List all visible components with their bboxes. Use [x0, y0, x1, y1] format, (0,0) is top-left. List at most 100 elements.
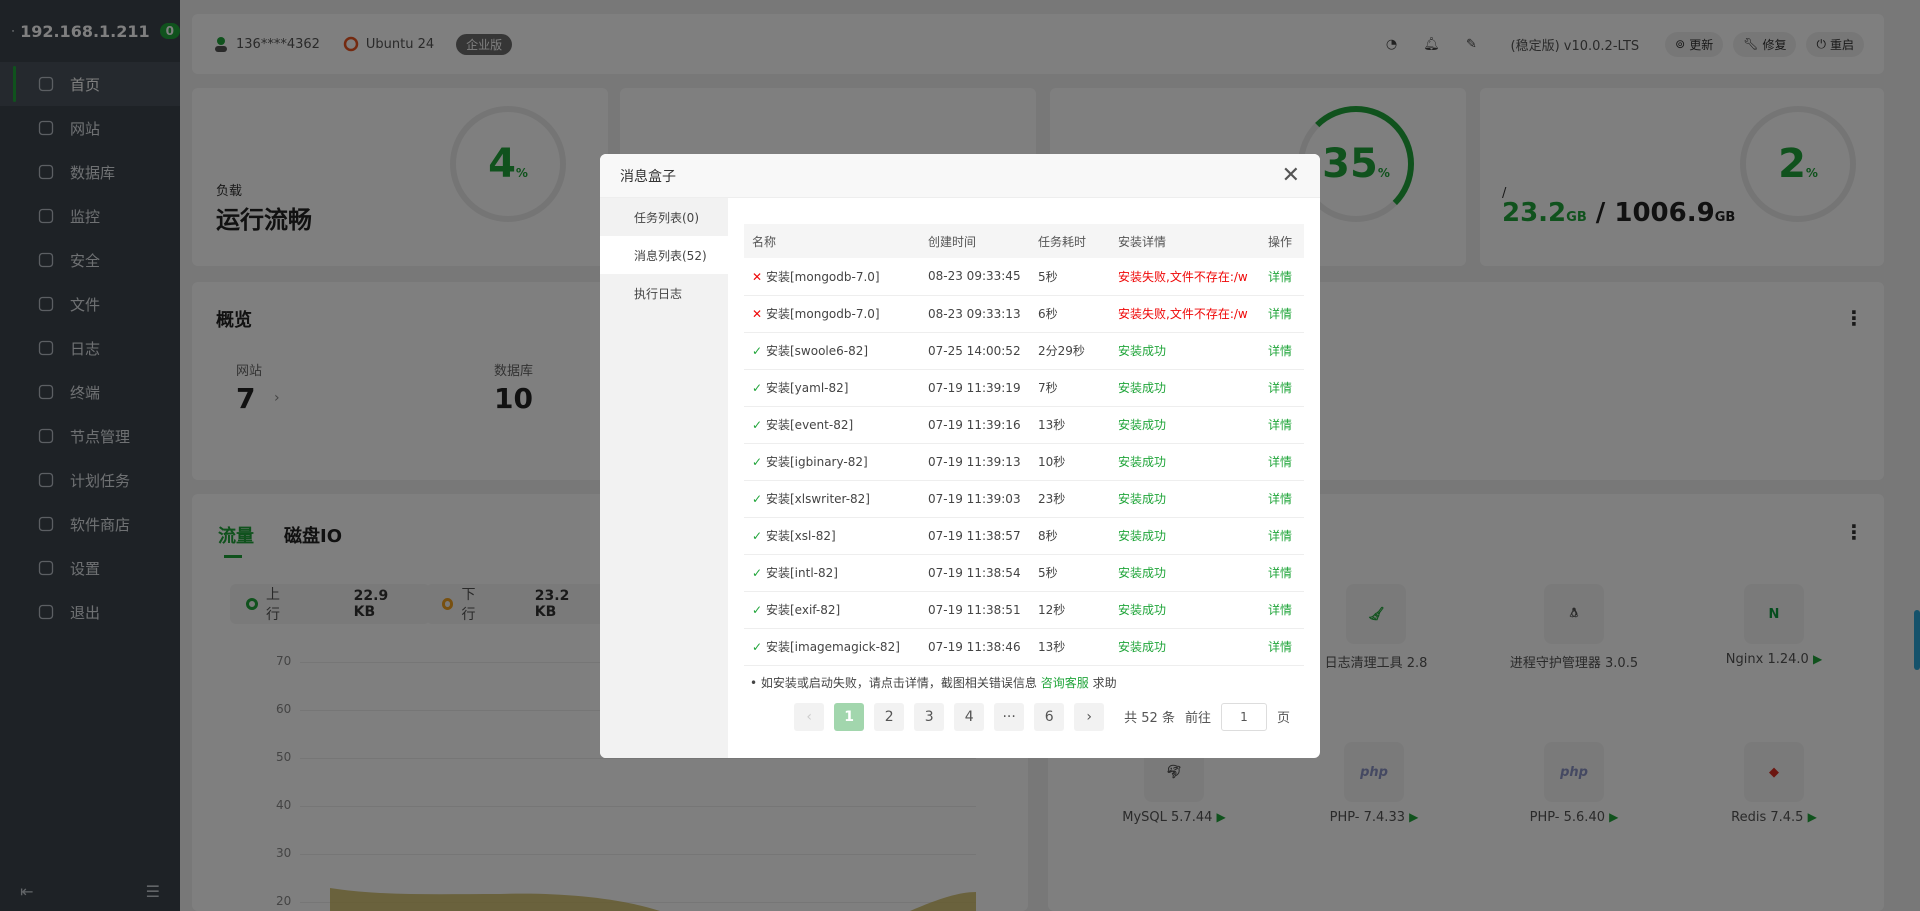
cross-icon: ✕ [752, 307, 763, 321]
detail-link[interactable]: 详情 [1268, 529, 1292, 543]
task-duration: 10秒 [1030, 443, 1110, 481]
col-created: 创建时间 [920, 224, 1030, 258]
task-name: 安装[exif-82] [766, 603, 841, 617]
detail-link[interactable]: 详情 [1268, 492, 1292, 506]
col-action: 操作 [1260, 224, 1304, 258]
page-button[interactable]: 4 [954, 702, 985, 731]
detail-link[interactable]: 详情 [1268, 344, 1292, 358]
task-name: 安装[yaml-82] [766, 381, 849, 395]
task-name-cell: ✓ 安装[exif-82] [744, 591, 920, 629]
task-name-cell: ✓ 安装[intl-82] [744, 554, 920, 592]
task-name-cell: ✕ 安装[mongodb-7.0] [744, 295, 920, 333]
detail-link[interactable]: 详情 [1268, 640, 1292, 654]
created-time: 07-19 11:39:19 [920, 369, 1030, 407]
table-header: 名称 创建时间 任务耗时 安装详情 操作 [744, 224, 1304, 258]
task-duration: 12秒 [1030, 591, 1110, 629]
detail-link[interactable]: 详情 [1268, 381, 1292, 395]
col-duration: 任务耗时 [1030, 224, 1110, 258]
created-time: 07-19 11:39:13 [920, 443, 1030, 481]
message-table: 名称 创建时间 任务耗时 安装详情 操作 ✕ 安装[mongodb-7.0] 08-… [744, 224, 1304, 666]
check-icon: ✓ [752, 566, 763, 580]
task-name-cell: ✓ 安装[igbinary-82] [744, 443, 920, 481]
task-name: 安装[imagemagick-82] [766, 640, 900, 654]
install-detail: 安装成功 [1110, 554, 1260, 592]
dialog-title: 消息盒子 [620, 168, 676, 185]
created-time: 08-23 09:33:45 [920, 258, 1030, 296]
created-time: 07-19 11:38:46 [920, 628, 1030, 666]
table-row: ✓ 安装[intl-82] 07-19 11:38:54 5秒 安装成功 详情 [744, 554, 1304, 592]
table-row: ✓ 安装[swoole6-82] 07-25 14:00:52 2分29秒 安装成功 详情 [744, 332, 1304, 370]
tip-suffix: 求助 [1092, 675, 1117, 690]
detail-link[interactable]: 详情 [1268, 307, 1292, 321]
install-detail: 安装成功 [1110, 480, 1260, 518]
tab-message-list[interactable]: 消息列表(52) [600, 236, 728, 274]
page-button[interactable]: 6 [1034, 702, 1065, 731]
created-time: 07-19 11:38:54 [920, 554, 1030, 592]
total-count: 共 52 条 [1124, 711, 1175, 726]
task-name-cell: ✓ 安装[event-82] [744, 406, 920, 444]
cross-icon: ✕ [752, 269, 763, 284]
table-row: ✓ 安装[event-82] 07-19 11:39:16 13秒 安装成功 详情 [744, 406, 1304, 444]
install-detail: 安装失败,文件不存在:/w [1110, 295, 1260, 333]
table-row: ✓ 安装[xsl-82] 07-19 11:38:57 8秒 安装成功 详情 [744, 517, 1304, 555]
detail-link[interactable]: 详情 [1268, 455, 1292, 469]
task-name-cell: ✕ 安装[mongodb-7.0] [744, 258, 920, 296]
pagination: ‹ 1 2 3 4 ··· 6 › 共 52 条 前往 1 页 [744, 702, 1304, 731]
check-icon: ✓ [752, 381, 763, 395]
task-name-cell: ✓ 安装[yaml-82] [744, 369, 920, 407]
install-detail: 安装成功 [1110, 443, 1260, 481]
created-time: 07-19 11:39:03 [920, 480, 1030, 518]
tip-text: 如安装或启动失败，请点击详情，截图相关错误信息 [760, 675, 1037, 690]
created-time: 08-23 09:33:13 [920, 295, 1030, 333]
page-unit: 页 [1276, 711, 1290, 726]
created-time: 07-25 14:00:52 [920, 332, 1030, 370]
task-name-cell: ✓ 安装[swoole6-82] [744, 332, 920, 370]
col-name: 名称 [744, 224, 920, 258]
table-row: ✕ 安装[mongodb-7.0] 08-23 09:33:13 6秒 安装失败,文件不… [744, 295, 1304, 333]
task-duration: 13秒 [1030, 406, 1110, 444]
tab-task-list[interactable]: 任务列表(0) [600, 198, 728, 236]
created-time: 07-19 11:39:16 [920, 406, 1030, 444]
check-icon: ✓ [752, 455, 763, 469]
page-input[interactable]: 1 [1220, 702, 1267, 731]
created-time: 07-19 11:38:51 [920, 591, 1030, 629]
task-name: 安装[event-82] [766, 418, 854, 432]
table-row: ✓ 安装[imagemagick-82] 07-19 11:38:46 13秒 安装成功… [744, 628, 1304, 666]
close-icon[interactable]: ✕ [1282, 163, 1300, 188]
page-button[interactable]: ··· [994, 702, 1025, 731]
goto-label: 前往 [1184, 711, 1211, 726]
task-name-cell: ✓ 安装[imagemagick-82] [744, 628, 920, 666]
check-icon: ✓ [752, 344, 763, 358]
install-detail: 安装失败,文件不存在:/w [1110, 258, 1260, 296]
table-row: ✓ 安装[exif-82] 07-19 11:38:51 12秒 安装成功 详情 [744, 591, 1304, 629]
next-page-icon[interactable]: › [1074, 702, 1105, 731]
tab-exec-log[interactable]: 执行日志 [600, 274, 728, 312]
task-name: 安装[swoole6-82] [766, 344, 869, 358]
task-name: 安装[intl-82] [766, 566, 838, 580]
check-icon: ✓ [752, 492, 763, 506]
page-numbers: 1 2 3 4 ··· 6 [834, 702, 1065, 731]
task-duration: 8秒 [1030, 517, 1110, 555]
page-button[interactable]: 2 [874, 702, 905, 731]
message-list-panel: 名称 创建时间 任务耗时 安装详情 操作 ✕ 安装[mongodb-7.0] 08-… [728, 198, 1320, 758]
created-time: 07-19 11:38:57 [920, 517, 1030, 555]
table-row: ✕ 安装[mongodb-7.0] 08-23 09:33:45 5秒 安装失败,文件不… [744, 258, 1304, 296]
task-duration: 5秒 [1030, 554, 1110, 592]
contact-support-link[interactable]: 咨询客服 [1041, 676, 1089, 690]
dialog-tabs: 任务列表(0) 消息列表(52) 执行日志 [600, 198, 728, 758]
detail-link[interactable]: 详情 [1268, 418, 1292, 432]
install-detail: 安装成功 [1110, 332, 1260, 370]
prev-page-icon[interactable]: ‹ [794, 702, 825, 731]
dialog-header: 消息盒子 ✕ [600, 154, 1320, 198]
task-duration: 13秒 [1030, 628, 1110, 666]
detail-link[interactable]: 详情 [1268, 270, 1292, 284]
check-icon: ✓ [752, 418, 763, 432]
page-button[interactable]: 3 [914, 702, 945, 731]
install-detail: 安装成功 [1110, 369, 1260, 407]
table-row: ✓ 安装[xlswriter-82] 07-19 11:39:03 23秒 安装成功 详情 [744, 480, 1304, 518]
page-button[interactable]: 1 [834, 702, 865, 731]
detail-link[interactable]: 详情 [1268, 603, 1292, 617]
table-row: ✓ 安装[igbinary-82] 07-19 11:39:13 10秒 安装成功 详情 [744, 443, 1304, 481]
check-icon: ✓ [752, 529, 763, 543]
detail-link[interactable]: 详情 [1268, 566, 1292, 580]
